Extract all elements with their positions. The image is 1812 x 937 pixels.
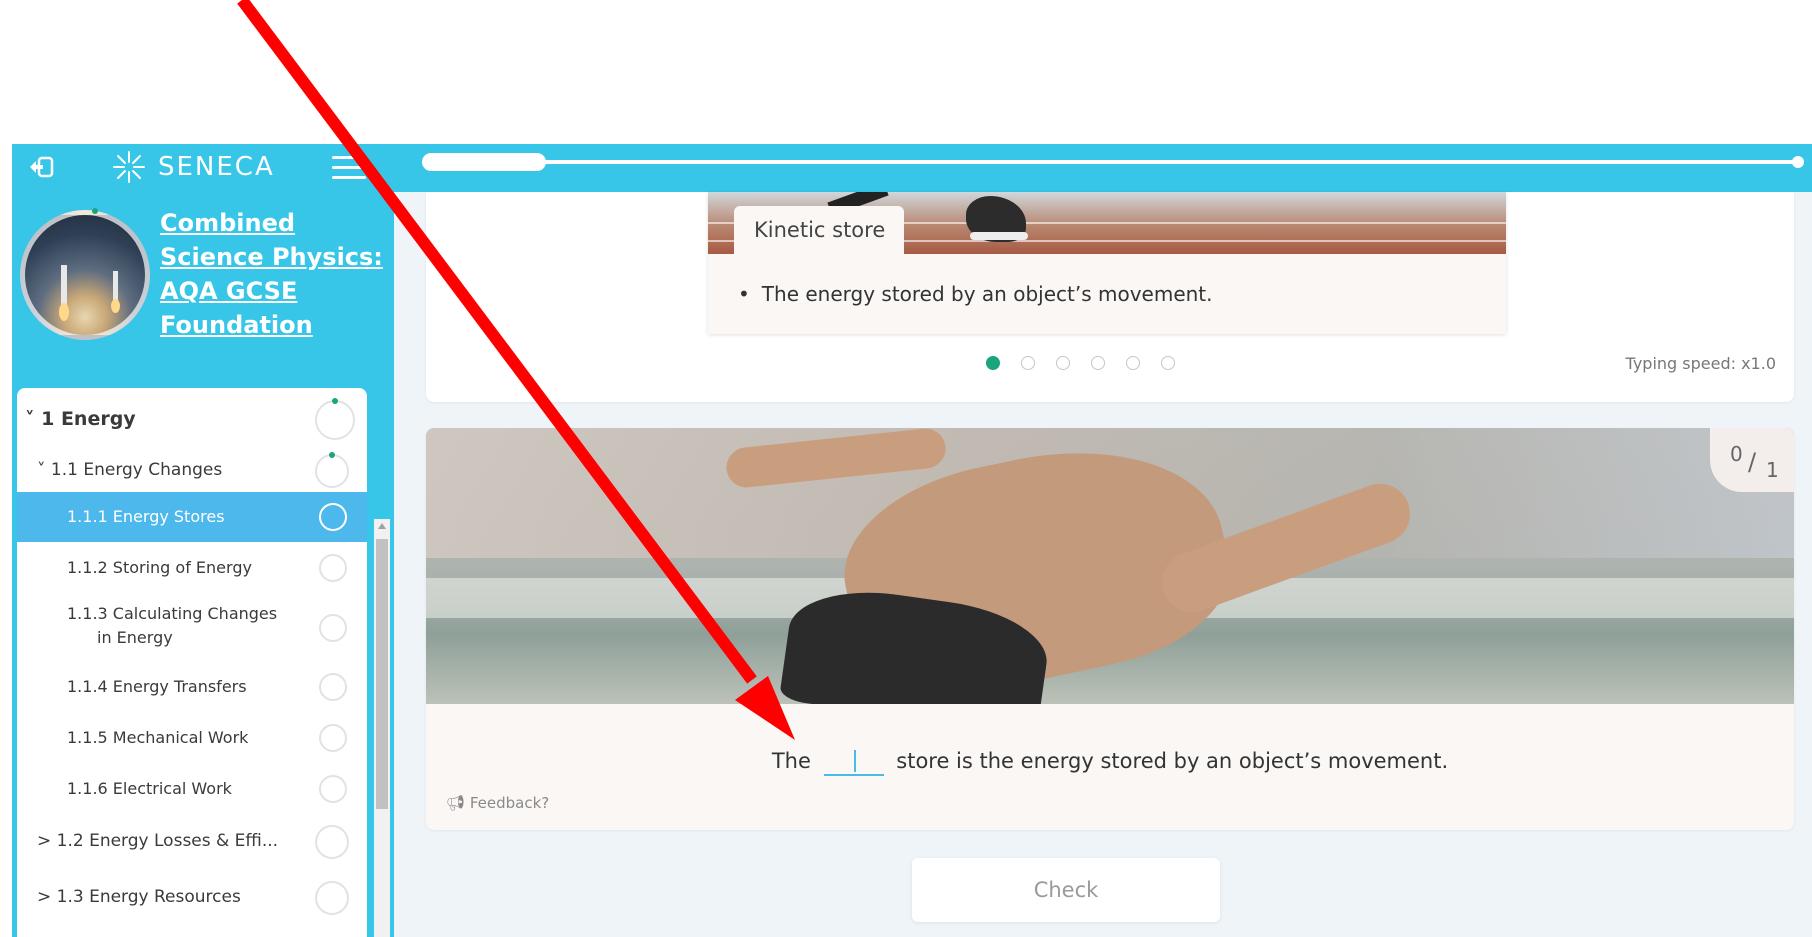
progress-ring-icon: [315, 398, 355, 440]
course-image[interactable]: [20, 210, 150, 340]
lesson-progress-header: [394, 144, 1812, 192]
progress-ring-icon: [319, 775, 347, 803]
carousel-dot[interactable]: [1056, 356, 1070, 370]
nav-item-1-2-energy-losses[interactable]: > 1.2 Energy Losses & Effi...: [17, 814, 367, 870]
fill-in-sentence: The store is the energy stored by an obj…: [426, 748, 1794, 776]
progress-ring-icon: [315, 881, 349, 915]
carousel-dot[interactable]: [1091, 356, 1105, 370]
sprinter-image: [426, 428, 1794, 704]
brand-name: SENECA: [158, 152, 275, 182]
seneca-logo-icon: [112, 150, 146, 184]
nav-item-1-1-3-calculating-changes[interactable]: 1.1.3 Calculating Changes in Energy: [17, 594, 367, 662]
nav-item-1-1-6-electrical-work[interactable]: 1.1.6 Electrical Work: [17, 764, 367, 814]
lesson-content: Kinetic store The energy stored by an ob…: [394, 192, 1812, 937]
progress-ring-icon: [319, 554, 347, 582]
sidebar-header: SENECA: [12, 144, 394, 192]
section-nav: ˅ 1 Energy ˅ 1.1 Energy Changes 1.1.1 En…: [17, 388, 367, 937]
concept-bullet: The energy stored by an object’s movemen…: [738, 282, 1213, 306]
score-badge: 0 / 1: [1710, 428, 1794, 492]
scroll-up-arrow-icon[interactable]: [378, 523, 386, 529]
concept-title-tab: Kinetic store: [734, 206, 904, 254]
carousel-dot[interactable]: [1021, 356, 1035, 370]
progress-track: [422, 160, 1796, 164]
carousel-dot[interactable]: [986, 356, 1000, 370]
nav-item-1-1-1-energy-stores[interactable]: 1.1.1 Energy Stores: [17, 492, 367, 542]
progress-ring-icon: [319, 614, 347, 642]
nav-item-1-1-2-storing-of-energy[interactable]: 1.1.2 Storing of Energy: [17, 542, 367, 594]
scrollbar-thumb[interactable]: [376, 539, 388, 809]
answer-blank-input[interactable]: [823, 748, 884, 776]
carousel-dot[interactable]: [1161, 356, 1175, 370]
question-card: 0 / 1 The store is the energy stored by …: [426, 428, 1794, 830]
nav-item-1-energy[interactable]: ˅ 1 Energy: [17, 388, 367, 452]
nav-item-1-1-energy-changes[interactable]: ˅ 1.1 Energy Changes: [17, 452, 367, 490]
progress-end-marker: [1792, 156, 1804, 168]
hamburger-menu-icon[interactable]: [332, 156, 366, 180]
sidebar-scrollbar[interactable]: [374, 519, 390, 937]
progress-ring-icon: [315, 452, 349, 488]
feedback-link[interactable]: 📢︎ Feedback?: [446, 794, 549, 812]
carousel-dots: [986, 354, 1206, 374]
course-progress-indicator: [92, 208, 98, 214]
progress-ring-icon: [315, 825, 349, 859]
app-window: SENECA Combined Science Physics: AQA GCS…: [12, 144, 1812, 937]
exit-icon[interactable]: [28, 156, 54, 178]
progress-ring-icon: [319, 673, 347, 701]
nav-item-1-1-4-energy-transfers[interactable]: 1.1.4 Energy Transfers: [17, 662, 367, 712]
nav-item-1-3-energy-resources[interactable]: > 1.3 Energy Resources: [17, 870, 367, 926]
progress-ring-icon: [319, 724, 347, 752]
concept-card: Kinetic store The energy stored by an ob…: [426, 192, 1794, 402]
sidebar: SENECA Combined Science Physics: AQA GCS…: [12, 144, 394, 937]
megaphone-icon: 📢︎: [446, 794, 466, 812]
nav-item-1-1-5-mechanical-work[interactable]: 1.1.5 Mechanical Work: [17, 712, 367, 764]
course-title[interactable]: Combined Science Physics: AQA GCSE Found…: [160, 206, 390, 342]
progress-ring-icon: [319, 503, 347, 531]
check-button[interactable]: Check: [912, 858, 1220, 922]
concept-panel: Kinetic store The energy stored by an ob…: [708, 192, 1506, 334]
progress-fill: [422, 153, 546, 171]
carousel-dot[interactable]: [1126, 356, 1140, 370]
typing-speed[interactable]: Typing speed: x1.0: [1626, 354, 1776, 373]
